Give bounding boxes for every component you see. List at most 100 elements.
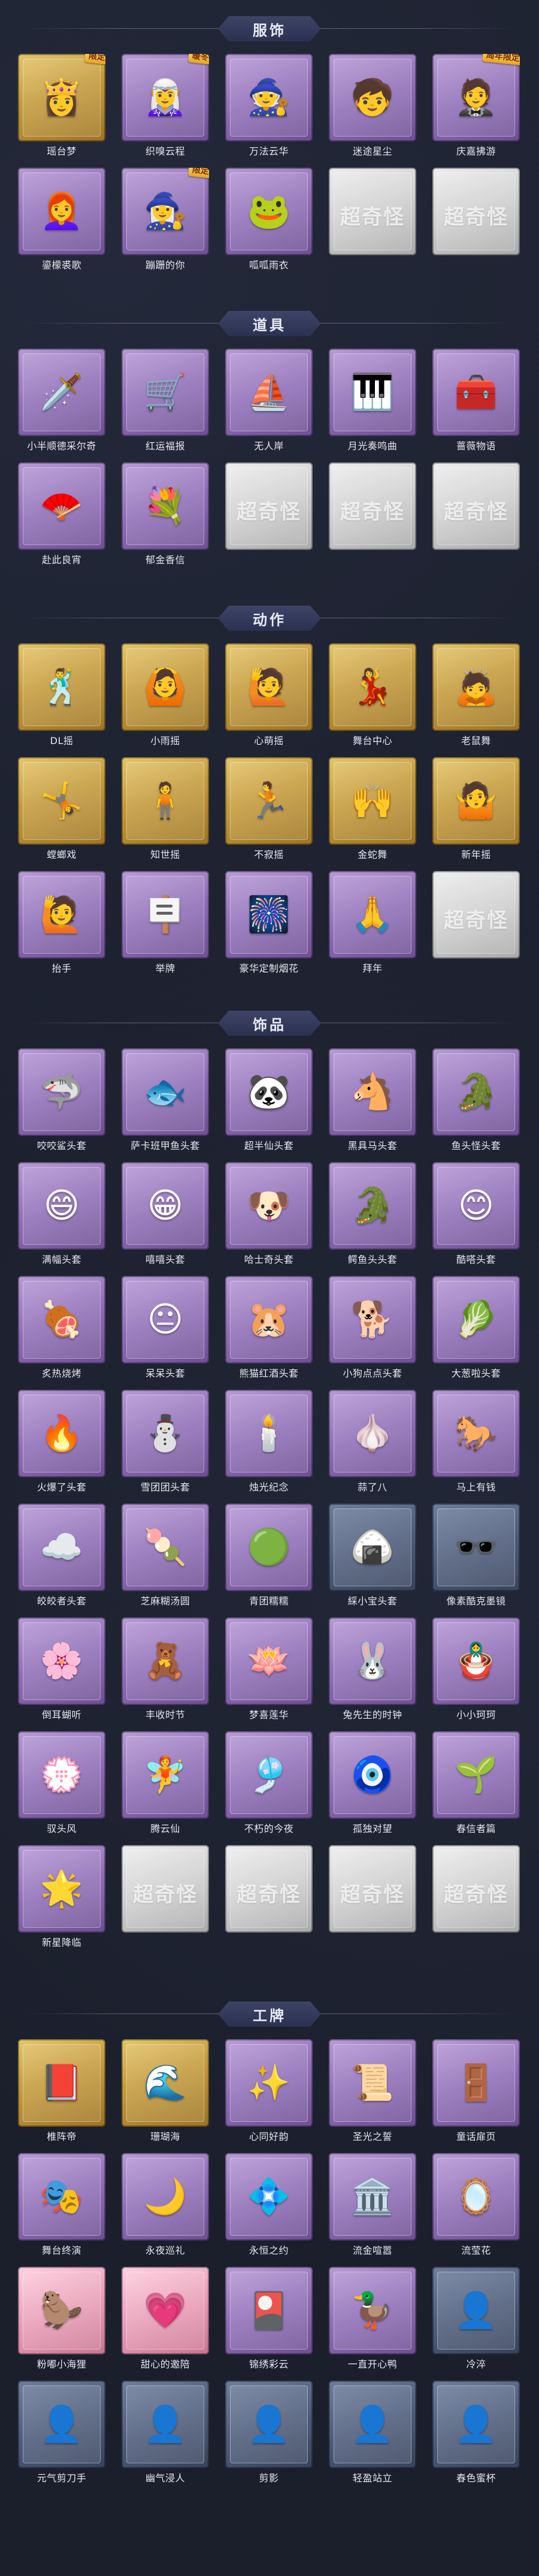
locked-item-card[interactable]: 超奇怪 [225,462,313,550]
item-card[interactable]: 🍖 [18,1276,105,1363]
item-card[interactable]: 💃 [329,643,416,731]
item-cell[interactable]: 💗 甜心的邀陪 [122,2267,209,2381]
item-cell[interactable]: 😄 满幅头套 [18,1162,105,1276]
item-card[interactable]: 🪞 [432,2153,520,2241]
item-cell[interactable]: 🧙 万法云华 [225,54,313,168]
item-cell[interactable]: 超奇怪 [329,168,416,282]
item-card[interactable]: 👤 [122,2381,209,2468]
item-cell[interactable]: 🪧 举牌 [122,871,209,985]
item-cell[interactable]: ☁️ 皎皎者头套 [18,1504,105,1617]
item-cell[interactable]: 🐕 小狗点点头套 [329,1276,416,1390]
item-cell[interactable]: 🦆 一直开心鸭 [329,2267,416,2381]
item-card[interactable]: 🌊 [122,2039,209,2127]
item-cell[interactable]: 🤷 新年摇 [432,757,520,871]
item-cell[interactable]: 🦫 粉嘟小海狸 [18,2267,105,2381]
item-cell[interactable]: 🎐 不朽的今夜 [225,1731,313,1845]
item-card[interactable]: 🧄 [329,1390,416,1477]
item-card[interactable]: 🐴 [329,1048,416,1136]
item-card[interactable]: 🎆 [225,871,313,959]
item-card[interactable]: 🐶 [225,1162,313,1250]
item-cell[interactable]: 🧙‍♀️ 限定 蹦跚的你 [122,168,209,282]
item-cell[interactable]: 🧿 孤独对望 [329,1731,416,1845]
item-cell[interactable]: 超奇怪 [329,462,416,576]
item-card[interactable]: 🙇 [432,643,520,731]
locked-item-card[interactable]: 超奇怪 [329,168,416,255]
item-card[interactable]: 🙋 [18,871,105,959]
item-cell[interactable]: 😁 嘻嘻头套 [122,1162,209,1276]
item-card[interactable]: 👤 [18,2381,105,2468]
item-card[interactable]: 💠 [225,2153,313,2241]
item-cell[interactable]: 🙋 心萌摇 [225,643,313,757]
item-card[interactable]: 😐 [122,1276,209,1363]
item-cell[interactable]: 🏃 不寂摇 [225,757,313,871]
item-cell[interactable]: 超奇怪 [329,1845,416,1959]
item-cell[interactable]: 🎭 舞台终演 [18,2153,105,2267]
item-cell[interactable]: 🔥 火爆了头套 [18,1390,105,1504]
item-card[interactable]: 🎹 [329,349,416,436]
item-cell[interactable]: 🐼 超半仙头套 [225,1048,313,1162]
item-cell[interactable]: 🥬 大葱啦头套 [432,1276,520,1390]
item-cell[interactable]: 🎆 豪华定制烟花 [225,871,313,985]
item-card[interactable]: 🦫 [18,2267,105,2354]
item-card[interactable]: 💮 [18,1731,105,1819]
item-cell[interactable]: 🧰 蔷薇物语 [432,349,520,462]
item-cell[interactable]: 🍡 芝麻糊汤圆 [122,1504,209,1617]
item-card[interactable]: 🙏 [329,871,416,959]
item-card[interactable]: 👩‍🦰 [18,168,105,255]
item-cell[interactable]: 🙆 小雨摇 [122,643,209,757]
item-card[interactable]: 🤷 [432,757,520,845]
item-card[interactable]: 🍙 [329,1504,416,1591]
item-card[interactable]: ☁️ [18,1504,105,1591]
item-cell[interactable]: 🧄 蒜了八 [329,1390,416,1504]
item-cell[interactable]: 超奇怪 [432,462,520,576]
item-cell[interactable]: ⛄ 雪团团头套 [122,1390,209,1504]
item-card[interactable]: 🌙 [122,2153,209,2241]
item-cell[interactable]: 🪭 赴此良宵 [18,462,105,576]
item-card[interactable]: 🧿 [329,1731,416,1819]
locked-item-card[interactable]: 超奇怪 [432,871,520,959]
item-card[interactable]: 🏛️ [329,2153,416,2241]
item-card[interactable]: 🐊 [432,1048,520,1136]
item-card[interactable]: 💗 [122,2267,209,2354]
item-cell[interactable]: 超奇怪 [225,1845,313,1959]
item-card[interactable]: 🕯️ [225,1390,313,1477]
item-card[interactable]: 🌱 [432,1731,520,1819]
item-cell[interactable]: 🧍 知世摇 [122,757,209,871]
item-cell[interactable]: 🐸 呱呱雨衣 [225,168,313,282]
item-cell[interactable]: 👸 限定 瑶台梦 [18,54,105,168]
item-cell[interactable]: 😐 呆呆头套 [122,1276,209,1390]
item-card[interactable]: 🐊 [329,1162,416,1250]
item-cell[interactable]: 👤 剪影 [225,2381,313,2495]
item-cell[interactable]: 🌙 永夜巡礼 [122,2153,209,2267]
locked-item-card[interactable]: 超奇怪 [329,462,416,550]
item-cell[interactable]: 🌟 新星降临 [18,1845,105,1959]
item-cell[interactable]: 🕺 DL摇 [18,643,105,757]
item-card[interactable]: 🗡️ [18,349,105,436]
item-cell[interactable]: ⛵ 无人岸 [225,349,313,462]
item-cell[interactable]: 超奇怪 [432,1845,520,1959]
item-card[interactable]: 🦈 [18,1048,105,1136]
item-card[interactable]: 🙋 [225,643,313,731]
item-cell[interactable]: 🚪 童话扉页 [432,2039,520,2153]
item-cell[interactable]: 🐎 马上有钱 [432,1390,520,1504]
item-card[interactable]: 🐼 [225,1048,313,1136]
item-card[interactable]: 🧚 [122,1731,209,1819]
item-card[interactable]: 🕶️ [432,1504,520,1591]
item-cell[interactable]: 🌊 珊瑚海 [122,2039,209,2153]
item-cell[interactable]: 👤 轻盈站立 [329,2381,416,2495]
item-cell[interactable]: 🦈 咬咬鲨头套 [18,1048,105,1162]
item-cell[interactable]: 🧝‍♀️ 暖冬 织嗅云程 [122,54,209,168]
item-card[interactable]: 🕺 [18,643,105,731]
item-cell[interactable]: 🤵 周年限定 庆嘉拂游 [432,54,520,168]
item-card[interactable]: 🙌 [329,757,416,845]
item-cell[interactable]: 🐊 鱼头怪头套 [432,1048,520,1162]
item-cell[interactable]: 👤 幽气浸人 [122,2381,209,2495]
item-card[interactable]: 🎐 [225,1731,313,1819]
item-card[interactable]: 😁 [122,1162,209,1250]
item-cell[interactable]: 🤸 螳螂戏 [18,757,105,871]
item-cell[interactable]: 🍖 炙热烧烤 [18,1276,105,1390]
item-card[interactable]: 👤 [225,2381,313,2468]
item-cell[interactable]: 🕯️ 烛光纪念 [225,1390,313,1504]
locked-item-card[interactable]: 超奇怪 [432,1845,520,1933]
item-cell[interactable]: 🌸 倒耳蝴听 [18,1617,105,1731]
